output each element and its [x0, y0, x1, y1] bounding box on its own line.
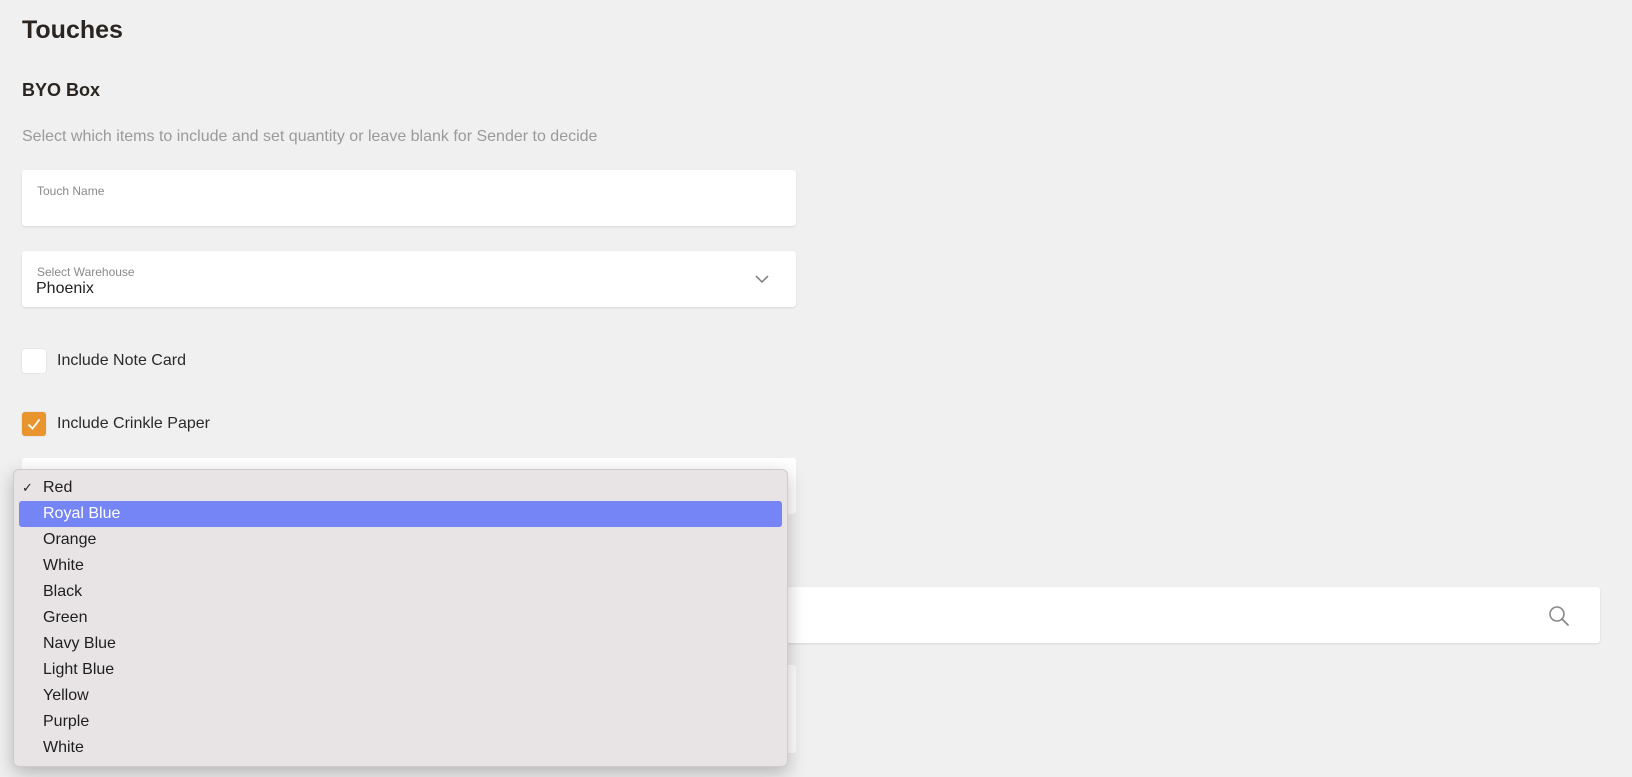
color-option-label: Green — [43, 609, 88, 626]
crinkle-paper-option[interactable]: Include Crinkle Paper — [22, 412, 210, 436]
color-option[interactable]: ✓ Red — [19, 475, 782, 501]
color-option-label: Light Blue — [43, 661, 115, 678]
crinkle-color-dropdown[interactable]: ✓ Red Royal Blue Orange White Black Gree… — [13, 469, 788, 767]
color-option[interactable]: Green — [19, 605, 782, 631]
color-option-label: Black — [43, 583, 83, 600]
color-option[interactable]: White — [19, 735, 782, 761]
section-title: BYO Box — [22, 80, 101, 100]
color-option[interactable]: Navy Blue — [19, 631, 782, 657]
color-option-label: Yellow — [43, 687, 89, 704]
note-card-option[interactable]: Include Note Card — [22, 349, 186, 373]
color-option-label: Royal Blue — [43, 505, 121, 522]
warehouse-select[interactable]: Select Warehouse Phoenix — [22, 251, 796, 307]
warehouse-value: Phoenix — [36, 280, 94, 297]
color-option-label: White — [43, 739, 84, 756]
chevron-down-icon[interactable] — [754, 271, 770, 287]
color-option-label: White — [43, 557, 84, 574]
color-option[interactable]: Royal Blue — [19, 501, 782, 527]
touch-name-field[interactable]: Touch Name — [22, 170, 796, 226]
page-title: Touches — [22, 16, 123, 44]
color-option[interactable]: White — [19, 553, 782, 579]
color-option-label: Orange — [43, 531, 97, 548]
section-hint: Select which items to include and set qu… — [22, 128, 598, 145]
crinkle-paper-checkbox[interactable] — [22, 412, 46, 436]
check-icon: ✓ — [22, 480, 33, 495]
color-option-label: Red — [43, 479, 73, 496]
color-option[interactable]: Black — [19, 579, 782, 605]
note-card-label: Include Note Card — [57, 352, 186, 369]
color-option[interactable]: Orange — [19, 527, 782, 553]
touches-page: Touches BYO Box Select which items to in… — [0, 0, 1632, 777]
check-icon — [27, 418, 41, 430]
color-option-label: Navy Blue — [43, 635, 116, 652]
color-option-label: Purple — [43, 713, 90, 730]
crinkle-paper-label: Include Crinkle Paper — [57, 415, 210, 432]
color-option[interactable]: Light Blue — [19, 657, 782, 683]
search-icon[interactable] — [1548, 605, 1570, 627]
color-option[interactable]: Yellow — [19, 683, 782, 709]
warehouse-label: Select Warehouse — [37, 265, 135, 279]
touch-name-label: Touch Name — [37, 184, 105, 198]
note-card-checkbox[interactable] — [22, 349, 46, 373]
color-option[interactable]: Purple — [19, 709, 782, 735]
